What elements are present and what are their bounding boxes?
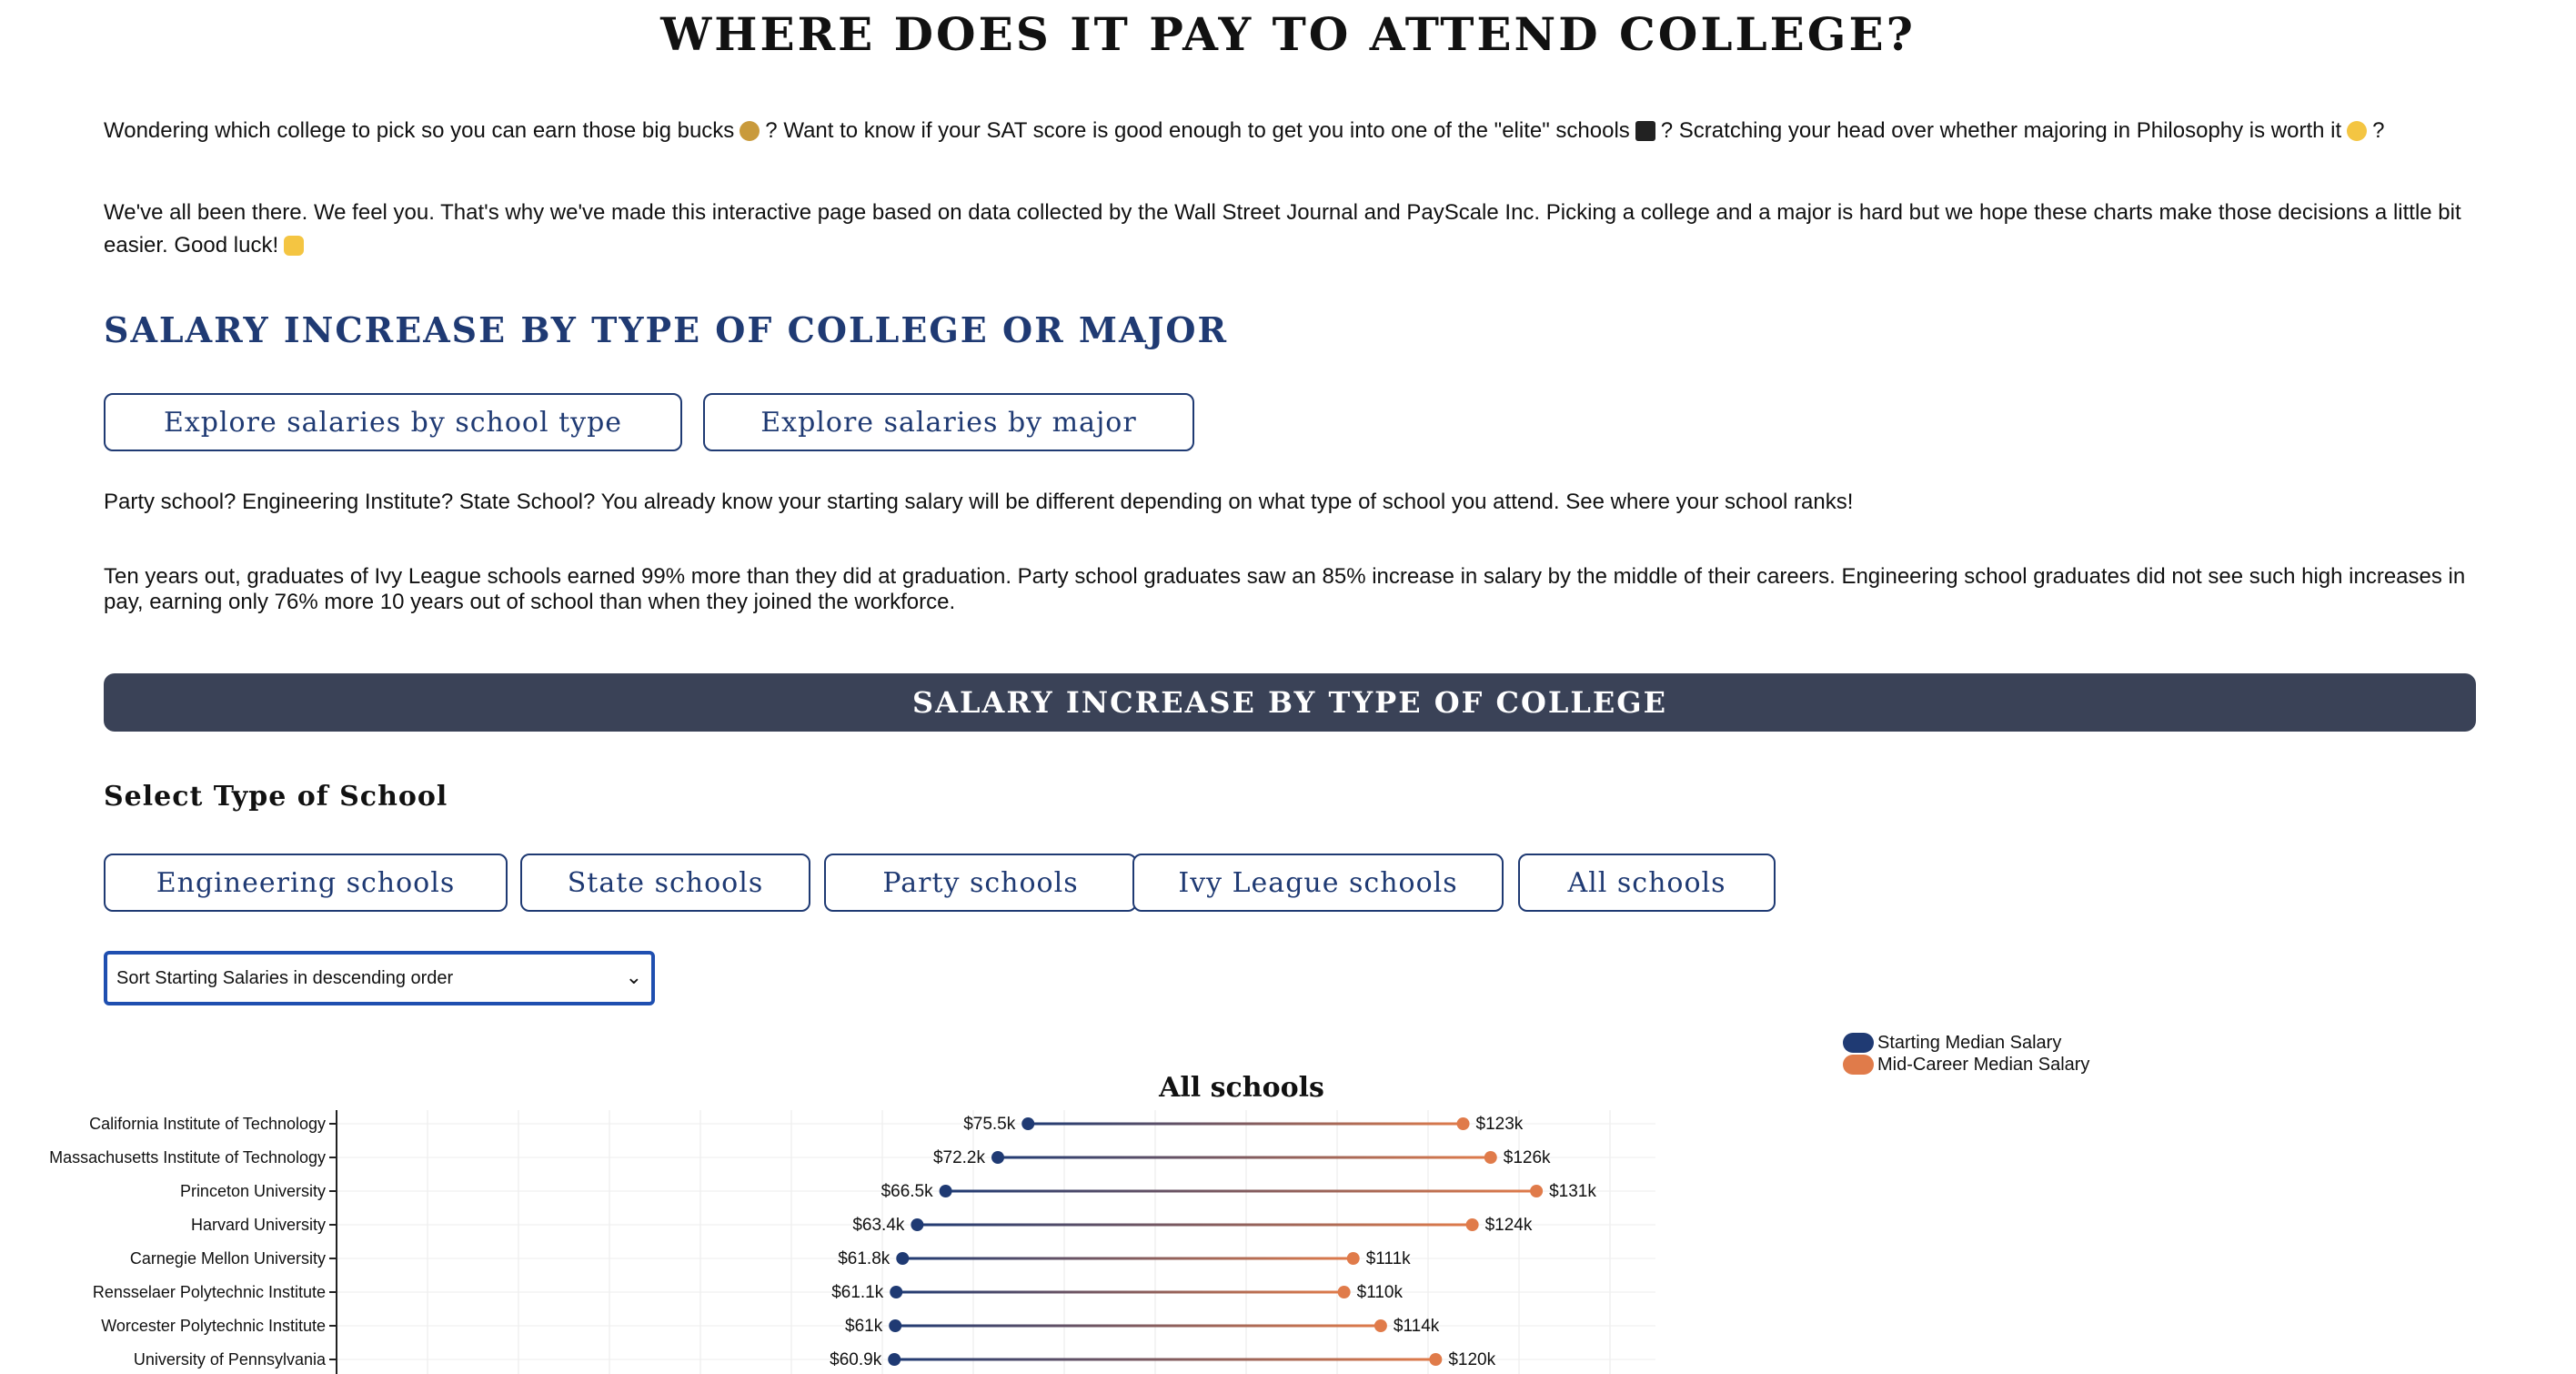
legend-label-mid-career: Mid-Career Median Salary	[1877, 1055, 2090, 1075]
chevron-down-icon: ⌄	[625, 965, 642, 988]
explore-school-type-label: Explore salaries by school type	[163, 406, 623, 439]
starting-salary-label: $66.5k	[881, 1182, 934, 1201]
starting-salary-label: $63.4k	[852, 1216, 905, 1235]
select-school-type-label: Select Type of School	[104, 781, 448, 813]
filter-state-button[interactable]: State schools	[520, 854, 810, 912]
intro-paragraph-2: We've all been there. We feel you. That'…	[104, 197, 2469, 262]
mid-career-salary-label: $110k	[1357, 1283, 1404, 1302]
filter-label: State schools	[567, 866, 764, 899]
starting-salary-point	[939, 1185, 952, 1197]
salary-dumbbell-chart: All schools California Institute of Techn…	[49, 1072, 1655, 1374]
y-tick-label: Carnegie Mellon University	[130, 1249, 326, 1268]
starting-salary-point	[991, 1151, 1005, 1164]
starting-salary-point	[890, 1286, 903, 1298]
starting-salary-point	[1021, 1117, 1035, 1130]
intro-text-1: Wondering which college to pick so you c…	[104, 118, 735, 143]
sort-selected-value: Sort Starting Salaries in descending ord…	[116, 967, 454, 988]
y-tick-label: Massachusetts Institute of Technology	[49, 1148, 326, 1167]
starting-salary-point	[888, 1353, 901, 1366]
y-tick-label: Harvard University	[191, 1216, 326, 1234]
thumbs-up-icon	[284, 236, 305, 256]
starting-salary-label: $61k	[845, 1317, 883, 1336]
starting-salary-label: $72.2k	[933, 1148, 986, 1167]
filter-all-button[interactable]: All schools	[1518, 854, 1776, 912]
graduation-cap-icon	[1635, 121, 1655, 141]
legend-label-starting: Starting Median Salary	[1877, 1033, 2062, 1053]
dumbbell-connector	[894, 1358, 1436, 1361]
intro-text-5: We've all been there. We feel you. That'…	[104, 200, 2461, 258]
dumbbell-connector	[902, 1257, 1353, 1260]
intro-text-3: ? Scratching your head over whether majo…	[1660, 118, 2342, 143]
filter-ivy-league-button[interactable]: Ivy League schools	[1132, 854, 1504, 912]
mid-career-salary-label: $111k	[1366, 1249, 1411, 1268]
dumbbell-connector	[896, 1290, 1344, 1294]
filter-label: All schools	[1567, 866, 1726, 899]
mid-career-salary-label: $114k	[1394, 1317, 1440, 1336]
intro-paragraph-1: Wondering which college to pick so you c…	[104, 115, 2469, 147]
chart-legend: Starting Median Salary Mid-Career Median…	[1843, 1032, 2089, 1076]
explore-major-button[interactable]: Explore salaries by major	[703, 393, 1194, 451]
legend-swatch-starting	[1843, 1033, 1874, 1053]
mid-career-salary-point	[1337, 1286, 1351, 1298]
money-bag-icon	[740, 121, 760, 141]
mid-career-salary-label: $124k	[1485, 1216, 1533, 1235]
page-title: WHERE DOES IT PAY TO ATTEND COLLEGE?	[660, 7, 1916, 61]
y-tick-label: Princeton University	[180, 1182, 326, 1200]
intro-text-2: ? Want to know if your SAT score is good…	[765, 118, 1630, 143]
dumbbell-connector	[998, 1156, 1491, 1159]
mid-career-salary-point	[1429, 1353, 1443, 1366]
mid-career-salary-point	[1456, 1117, 1470, 1130]
filter-label: Ivy League schools	[1178, 866, 1458, 899]
description-paragraph-1: Party school? Engineering Institute? Sta…	[104, 490, 1854, 514]
mid-career-salary-point	[1530, 1185, 1544, 1197]
section-heading: SALARY INCREASE BY TYPE OF COLLEGE OR MA…	[104, 309, 1229, 350]
sort-select[interactable]: Sort Starting Salaries in descending ord…	[104, 951, 655, 1005]
banner-title: SALARY INCREASE BY TYPE OF COLLEGE	[912, 685, 1667, 720]
section-banner: SALARY INCREASE BY TYPE OF COLLEGE	[104, 673, 2476, 732]
y-tick-label: California Institute of Technology	[89, 1115, 326, 1133]
chart-title: All schools	[1158, 1072, 1324, 1104]
starting-salary-label: $60.9k	[830, 1350, 882, 1369]
legend-swatch-mid-career	[1843, 1055, 1874, 1075]
dumbbell-connector	[1028, 1122, 1464, 1126]
starting-salary-label: $61.1k	[831, 1283, 884, 1302]
y-tick-label: Worcester Polytechnic Institute	[101, 1317, 326, 1335]
intro-text-4: ?	[2372, 118, 2385, 143]
starting-salary-point	[896, 1252, 910, 1265]
filter-label: Party schools	[882, 866, 1079, 899]
thinking-face-icon	[2347, 121, 2368, 141]
description-paragraph-2: Ten years out, graduates of Ivy League s…	[104, 564, 2466, 614]
mid-career-salary-label: $126k	[1504, 1148, 1551, 1167]
filter-label: Engineering schools	[156, 866, 456, 899]
explore-school-type-button[interactable]: Explore salaries by school type	[104, 393, 682, 451]
legend-item-mid-career: Mid-Career Median Salary	[1843, 1054, 2089, 1076]
explore-major-label: Explore salaries by major	[760, 406, 1137, 439]
mid-career-salary-point	[1346, 1252, 1360, 1265]
mid-career-salary-point	[1374, 1319, 1387, 1332]
starting-salary-label: $61.8k	[838, 1249, 891, 1268]
legend-item-starting: Starting Median Salary	[1843, 1032, 2089, 1054]
mid-career-salary-point	[1465, 1218, 1479, 1231]
mid-career-salary-label: $131k	[1549, 1182, 1596, 1201]
dumbbell-connector	[895, 1324, 1381, 1328]
mid-career-salary-label: $123k	[1476, 1115, 1524, 1134]
starting-salary-point	[911, 1218, 924, 1231]
y-tick-label: University of Pennsylvania	[134, 1350, 327, 1369]
filter-engineering-button[interactable]: Engineering schools	[104, 854, 508, 912]
starting-salary-label: $75.5k	[963, 1115, 1016, 1134]
mid-career-salary-point	[1484, 1151, 1497, 1164]
mid-career-salary-label: $120k	[1448, 1350, 1495, 1369]
filter-party-button[interactable]: Party schools	[824, 854, 1137, 912]
dumbbell-connector	[917, 1223, 1473, 1227]
dumbbell-connector	[945, 1189, 1537, 1193]
y-tick-label: Rensselaer Polytechnic Institute	[93, 1283, 326, 1301]
starting-salary-point	[889, 1319, 902, 1332]
